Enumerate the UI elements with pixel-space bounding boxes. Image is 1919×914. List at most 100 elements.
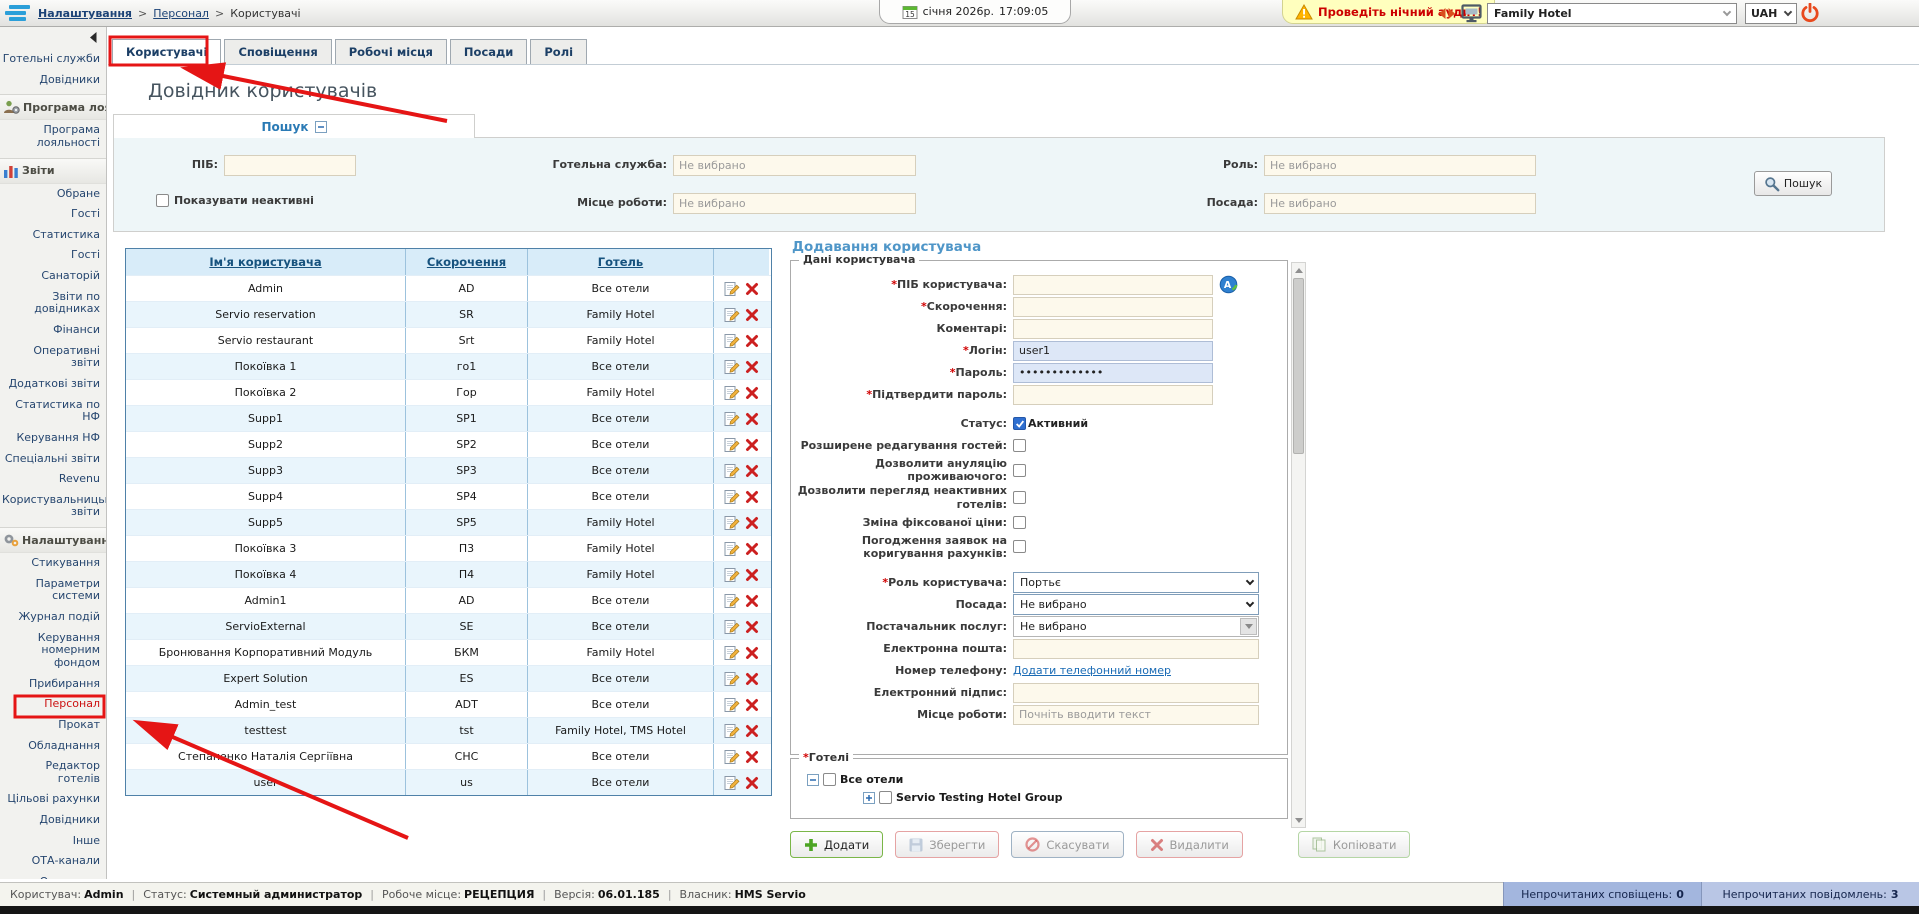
delete-cross-icon[interactable] xyxy=(745,386,759,400)
edit-icon[interactable] xyxy=(724,775,740,791)
edit-icon[interactable] xyxy=(724,307,740,323)
sort-by-hotel-header[interactable]: Готель xyxy=(598,255,643,269)
delete-cross-icon[interactable] xyxy=(745,412,759,426)
abbreviation-field[interactable] xyxy=(1013,297,1213,317)
delete-cross-icon[interactable] xyxy=(745,282,759,296)
add-phone-link[interactable]: Додати телефонний номер xyxy=(1013,664,1171,677)
table-row[interactable]: Servio reservationSRFamily Hotel xyxy=(126,301,771,327)
role-input[interactable]: Не вибрано xyxy=(1264,155,1536,176)
table-row[interactable]: AdminADВсе отели xyxy=(126,275,771,301)
table-row[interactable]: Покоївка 3П3Family Hotel xyxy=(126,535,771,561)
scrollbar-thumb[interactable] xyxy=(1293,278,1304,454)
sidebar-item[interactable]: Журнал подій xyxy=(0,607,106,628)
edit-icon[interactable] xyxy=(724,671,740,687)
edit-icon[interactable] xyxy=(724,515,740,531)
sidebar-item[interactable]: Готельні служби xyxy=(0,49,106,70)
fullname-search-input[interactable] xyxy=(224,155,356,176)
position-input[interactable]: Не вибрано xyxy=(1264,193,1536,214)
sidebar-item-active[interactable]: Персонал xyxy=(0,694,106,715)
delete-cross-icon[interactable] xyxy=(745,776,759,790)
edit-icon[interactable] xyxy=(724,281,740,297)
table-row[interactable]: Servio restaurantSrtFamily Hotel xyxy=(126,327,771,353)
edit-icon[interactable] xyxy=(724,411,740,427)
edit-icon[interactable] xyxy=(724,749,740,765)
edit-icon[interactable] xyxy=(724,333,740,349)
workstation-icon[interactable] xyxy=(1461,4,1482,23)
extended-guest-editing-checkbox[interactable] xyxy=(1013,439,1026,452)
edit-icon[interactable] xyxy=(724,723,740,739)
breadcrumb-settings-link[interactable]: Налаштування xyxy=(38,7,132,20)
tab-4[interactable]: Ролі xyxy=(530,39,587,64)
sidebar-item[interactable]: Обране xyxy=(0,184,106,205)
add-button[interactable]: Додати xyxy=(790,831,883,858)
table-row[interactable]: Supp3SP3Все отели xyxy=(126,457,771,483)
table-row[interactable]: Supp5SP5Family Hotel xyxy=(126,509,771,535)
delete-cross-icon[interactable] xyxy=(745,516,759,530)
fixed-price-change-checkbox[interactable] xyxy=(1013,516,1026,529)
table-row[interactable]: Бронювання Корпоративний МодульБКМFamily… xyxy=(126,639,771,665)
delete-cross-icon[interactable] xyxy=(745,308,759,322)
sidebar-item[interactable]: Гості xyxy=(0,245,106,266)
all-hotels-checkbox[interactable] xyxy=(823,773,836,786)
comments-field[interactable] xyxy=(1013,319,1213,339)
table-row[interactable]: Покоївка 2ГорFamily Hotel xyxy=(126,379,771,405)
edit-icon[interactable] xyxy=(724,567,740,583)
sidebar-item[interactable]: Додаткові звіти xyxy=(0,374,106,395)
table-row[interactable]: Supp2SP2Все отели xyxy=(126,431,771,457)
sidebar-item[interactable]: Санаторій xyxy=(0,266,106,287)
sort-by-abbreviation-header[interactable]: Скорочення xyxy=(427,255,506,269)
table-row[interactable]: Степаненко Наталія СергіївнаСНСВсе отели xyxy=(126,743,771,769)
sidebar-item[interactable]: Очищення даних xyxy=(0,872,106,879)
table-row[interactable]: Admin_testADTВсе отели xyxy=(126,691,771,717)
delete-cross-icon[interactable] xyxy=(745,750,759,764)
workplace-input[interactable]: Не вибрано xyxy=(673,193,916,214)
collapse-minus-icon[interactable] xyxy=(315,121,327,133)
sidebar-item[interactable]: Прокат xyxy=(0,715,106,736)
delete-cross-icon[interactable] xyxy=(745,594,759,608)
sidebar-item[interactable]: Звіти по довідниках xyxy=(0,287,106,320)
delete-cross-icon[interactable] xyxy=(745,672,759,686)
translit-icon[interactable]: A xyxy=(1219,275,1238,294)
tab-2[interactable]: Робочі місця xyxy=(335,39,447,64)
position-select[interactable]: Не вибрано xyxy=(1013,594,1259,615)
sort-by-name-header[interactable]: Ім'я користувача xyxy=(209,255,321,269)
table-row[interactable]: Покоївка 1го1Все отели xyxy=(126,353,771,379)
delete-cross-icon[interactable] xyxy=(745,568,759,582)
delete-cross-icon[interactable] xyxy=(745,646,759,660)
sidebar-item[interactable]: ОТА-канали xyxy=(0,851,106,872)
allow-inactive-hotels-checkbox[interactable] xyxy=(1013,491,1026,504)
login-field[interactable]: user1 xyxy=(1013,341,1213,361)
sidebar-item[interactable]: Стикування xyxy=(0,553,106,574)
delete-cross-icon[interactable] xyxy=(745,490,759,504)
tab-0-active[interactable]: Користувачі xyxy=(112,39,221,65)
table-row[interactable]: Expert SolutionESВсе отели xyxy=(126,665,771,691)
delete-cross-icon[interactable] xyxy=(745,724,759,738)
tab-3[interactable]: Посади xyxy=(450,39,527,64)
unread-messages-counter[interactable]: Непрочитаних повідомлень:3 xyxy=(1701,882,1919,906)
sidebar-item[interactable]: Гості xyxy=(0,204,106,225)
signature-field[interactable] xyxy=(1013,683,1259,703)
sidebar-item[interactable]: Спеціальні звіти xyxy=(0,449,106,470)
sidebar-item[interactable]: Редактор готелів xyxy=(0,756,106,789)
swap-arrows-icon[interactable] xyxy=(1439,8,1455,19)
scroll-up-button[interactable] xyxy=(1292,263,1305,277)
hotel-service-input[interactable]: Не вибрано xyxy=(673,155,916,176)
confirm-password-field[interactable] xyxy=(1013,385,1213,405)
scroll-down-button[interactable] xyxy=(1292,813,1305,827)
sidebar-item[interactable]: Довідники xyxy=(0,810,106,831)
email-field[interactable] xyxy=(1013,639,1259,659)
password-field[interactable]: ••••••••••••• xyxy=(1013,363,1213,383)
invoice-adjustment-approval-checkbox[interactable] xyxy=(1013,540,1026,553)
delete-cross-icon[interactable] xyxy=(745,542,759,556)
sidebar-item[interactable]: Статистика xyxy=(0,225,106,246)
servio-logo-icon[interactable] xyxy=(4,3,31,24)
sidebar-section-4[interactable]: Звіти xyxy=(0,158,106,184)
sidebar-item[interactable]: Інше xyxy=(0,831,106,852)
table-row[interactable]: Supp4SP4Все отели xyxy=(126,483,771,509)
workplace-field[interactable]: Почніть вводити текст xyxy=(1013,705,1259,725)
fullname-field[interactable] xyxy=(1013,275,1213,295)
sidebar-item[interactable]: Revenu xyxy=(0,469,106,490)
edit-icon[interactable] xyxy=(724,385,740,401)
table-row[interactable]: ServioExternalSEВсе отели xyxy=(126,613,771,639)
sidebar-item[interactable]: Довідники xyxy=(0,70,106,91)
